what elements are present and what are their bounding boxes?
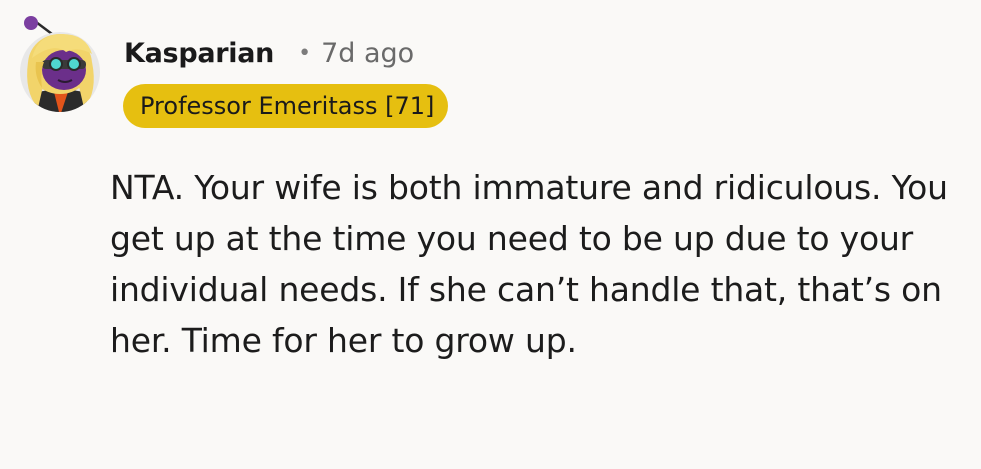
comment-body: NTA. Your wife is both immature and ridi…: [110, 168, 948, 360]
timestamp[interactable]: 7d ago: [321, 38, 414, 69]
avatar-character-icon: [20, 16, 100, 112]
separator-dot: •: [298, 40, 312, 66]
username-link[interactable]: Kasparian: [124, 38, 274, 69]
user-flair-badge: Professor Emeritass [71]: [123, 84, 449, 128]
user-avatar[interactable]: [8, 12, 112, 116]
comment-header: Kasparian • 7d ago: [124, 33, 414, 73]
